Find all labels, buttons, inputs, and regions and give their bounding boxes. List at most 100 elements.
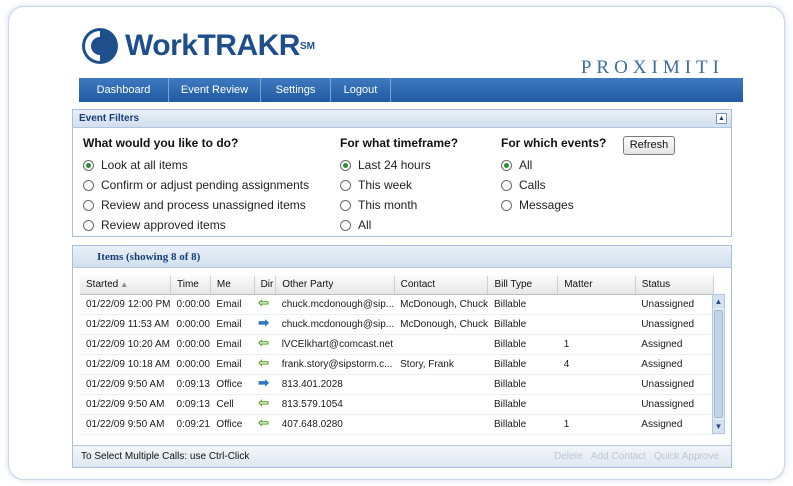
events-option[interactable]: Messages (501, 195, 606, 215)
cell-matter (557, 294, 636, 315)
cell-other-party: 813.579.1054 (275, 394, 395, 415)
column-header-matter[interactable]: Matter (557, 276, 636, 295)
table-row[interactable]: 01/22/09 9:50 AM 0:09:13 Cell ⇦ 813.579.1054… (80, 394, 714, 415)
proximiti-brand: PROXIMITI (581, 57, 724, 79)
cell-bill-type: Billable (487, 414, 558, 435)
cell-status: Unassigned (635, 394, 714, 415)
nav-event-review[interactable]: Event Review (169, 78, 261, 102)
radio-icon[interactable] (83, 219, 94, 231)
sort-ascending-icon: ▲ (120, 280, 129, 290)
incoming-arrow-icon: ⇦ (258, 335, 269, 350)
column-header-other-party[interactable]: Other Party (275, 276, 395, 295)
collapse-icon[interactable]: ▲ (716, 113, 727, 124)
what-option[interactable]: Look at all items (83, 155, 309, 175)
vertical-scrollbar[interactable]: ▲ ▼ (712, 294, 725, 434)
table-row[interactable]: 01/22/09 11:53 AM 0:00:00 Email ➡ chuck.mcdo… (80, 314, 714, 335)
option-label: All (519, 158, 533, 172)
items-panel: Items (showing 8 of 8) Started ▲ Time Me … (72, 245, 732, 468)
cell-contact: McDonough, Chuck (394, 314, 488, 335)
table-row[interactable]: 01/22/09 10:18 AM 0:00:00 Email ⇦ frank.stor… (80, 354, 714, 375)
brand-text: PROXIMITI (580, 57, 724, 78)
radio-icon[interactable] (340, 199, 351, 211)
nav-dashboard[interactable]: Dashboard (79, 78, 169, 102)
cell-me: Email (210, 334, 255, 355)
cell-contact (394, 334, 488, 355)
cell-other-party: 407.648.0280 (275, 414, 395, 435)
cell-status: Assigned (635, 354, 714, 375)
items-table-body: 01/22/09 12:00 PM 0:00:00 Email ⇦ chuck.mcdo… (80, 294, 714, 435)
logo-servicemark: SM (299, 40, 315, 52)
column-header-dir[interactable]: Dir (254, 276, 277, 295)
cell-matter (557, 394, 636, 415)
cell-matter (557, 314, 636, 335)
events-filter-group: For which events? All Calls Messages (501, 136, 606, 215)
radio-icon[interactable] (340, 179, 351, 191)
cell-started: 01/22/09 9:50 AM (80, 414, 171, 435)
scroll-down-icon[interactable]: ▼ (713, 420, 724, 433)
incoming-arrow-icon: ⇦ (258, 355, 269, 370)
table-row[interactable]: 01/22/09 9:50 AM 0:09:21 Office ⇦ 407.648.02… (80, 414, 714, 435)
cell-me: Cell (210, 394, 255, 415)
timeframe-option[interactable]: Last 24 hours (340, 155, 458, 175)
incoming-arrow-icon: ⇦ (258, 295, 269, 310)
timeframe-option[interactable]: This month (340, 195, 458, 215)
what-option[interactable]: Review approved items (83, 215, 309, 235)
radio-selected-icon[interactable] (501, 159, 512, 171)
what-option[interactable]: Review and process unassigned items (83, 195, 309, 215)
cell-time: 0:00:00 (170, 314, 211, 335)
cell-bill-type: Billable (487, 394, 558, 415)
cell-dir: ➡ (254, 374, 276, 395)
outgoing-arrow-icon: ➡ (258, 315, 269, 330)
table-row[interactable]: 01/22/09 12:00 PM 0:00:00 Email ⇦ chuck.mcdo… (80, 294, 714, 315)
radio-selected-icon[interactable] (83, 159, 94, 171)
column-header-me[interactable]: Me (210, 276, 255, 295)
nav-logout[interactable]: Logout (331, 78, 391, 102)
cell-contact: McDonough, Chuck (394, 294, 488, 315)
radio-icon[interactable] (340, 219, 351, 231)
option-label: This week (358, 178, 413, 192)
radio-icon[interactable] (501, 199, 512, 211)
incoming-arrow-icon: ⇦ (258, 395, 269, 410)
table-row[interactable]: 01/22/09 10:20 AM 0:00:00 Email ⇦ lVCElkhart… (80, 334, 714, 355)
cell-started: 01/22/09 9:50 AM (80, 374, 171, 395)
scroll-up-icon[interactable]: ▲ (713, 295, 724, 308)
nav-settings[interactable]: Settings (261, 78, 331, 102)
cell-me: Office (210, 414, 255, 435)
cell-me: Office (210, 374, 255, 395)
cell-time: 0:09:21 (170, 414, 211, 435)
events-option[interactable]: All (501, 155, 606, 175)
column-header-bill-type[interactable]: Bill Type (487, 276, 559, 295)
cell-bill-type: Billable (487, 374, 558, 395)
radio-icon[interactable] (501, 179, 512, 191)
timeframe-option[interactable]: This week (340, 175, 458, 195)
column-header-time[interactable]: Time (170, 276, 211, 295)
cell-contact (394, 414, 488, 435)
cell-other-party: chuck.mcdonough@sip... (275, 294, 395, 315)
cell-bill-type: Billable (487, 294, 558, 315)
column-header-contact[interactable]: Contact (394, 276, 489, 295)
cell-dir: ⇦ (254, 354, 276, 375)
worktrakr-logo: WorkTRAKR SM (81, 27, 315, 65)
column-header-started[interactable]: Started ▲ (80, 276, 172, 295)
cell-dir: ⇦ (254, 414, 276, 435)
what-option[interactable]: Confirm or adjust pending assignments (83, 175, 309, 195)
table-header-row: Started ▲ Time Me Dir Other Party Contact… (80, 276, 715, 295)
incoming-arrow-icon: ⇦ (258, 415, 269, 430)
radio-icon[interactable] (83, 179, 94, 191)
table-row[interactable]: 01/22/09 9:50 AM 0:09:13 Office ➡ 813.401.20… (80, 374, 714, 395)
timeframe-option[interactable]: All (340, 215, 458, 235)
cell-other-party: frank.story@sipstorm.c... (275, 354, 395, 375)
refresh-button[interactable]: Refresh (623, 136, 675, 155)
what-question: What would you like to do? (83, 136, 239, 150)
delete-button[interactable]: Delete (554, 451, 583, 462)
quick-approve-button[interactable]: Quick Approve (654, 451, 719, 462)
column-header-status[interactable]: Status (635, 276, 715, 295)
option-label: Look at all items (101, 158, 188, 172)
scroll-thumb[interactable] (714, 310, 723, 418)
radio-icon[interactable] (83, 199, 94, 211)
items-footer: To Select Multiple Calls: use Ctrl-Click… (73, 445, 731, 467)
event-filters-title: Event Filters (79, 113, 140, 124)
radio-selected-icon[interactable] (340, 159, 351, 171)
events-option[interactable]: Calls (501, 175, 606, 195)
add-contact-button[interactable]: Add Contact (591, 451, 646, 462)
